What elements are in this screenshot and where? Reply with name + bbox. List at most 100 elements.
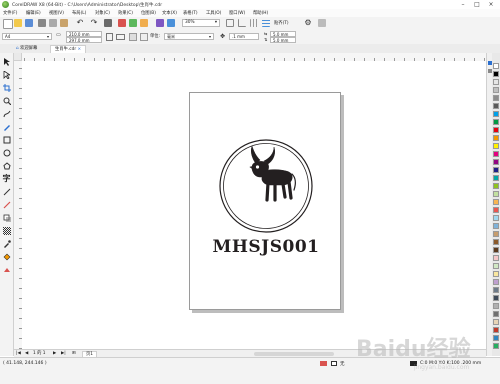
connector-tool-icon[interactable]: [2, 200, 11, 209]
palette-swatch[interactable]: [493, 247, 499, 253]
palette-swatch[interactable]: [493, 231, 499, 237]
palette-swatch[interactable]: [493, 143, 499, 149]
undo-icon[interactable]: ↶: [76, 19, 84, 27]
palette-swatch[interactable]: [493, 199, 499, 205]
ellipse-tool-icon[interactable]: [2, 148, 11, 157]
document-page[interactable]: MHSJS001: [189, 92, 341, 310]
palette-swatch[interactable]: [493, 79, 499, 85]
snap-to-button[interactable]: 贴齐(T): [274, 20, 289, 26]
palette-swatch[interactable]: [493, 71, 499, 77]
zoom-tool-icon[interactable]: [2, 96, 11, 105]
transparency-icon[interactable]: [2, 226, 11, 235]
redo-icon[interactable]: ↷: [90, 19, 98, 27]
palette-swatch[interactable]: [493, 303, 499, 309]
search-content-icon[interactable]: [104, 19, 112, 27]
menu-text[interactable]: 文本(X): [162, 10, 177, 16]
tab-welcome-screen[interactable]: ⌂ 欢迎屏幕: [12, 45, 41, 53]
paste-icon[interactable]: [60, 19, 68, 27]
palette-swatch[interactable]: [493, 87, 499, 93]
palette-swatch[interactable]: [493, 295, 499, 301]
palette-swatch[interactable]: [493, 263, 499, 269]
horizontal-scrollbar-thumb[interactable]: [254, 352, 334, 356]
smart-fill-icon[interactable]: [2, 265, 11, 274]
portrait-icon[interactable]: [106, 33, 113, 41]
paper-size-select[interactable]: A4 ▾: [2, 33, 52, 40]
palette-swatch[interactable]: [493, 271, 499, 277]
parallel-dimension-icon[interactable]: [2, 187, 11, 196]
menu-table[interactable]: 表格(T): [183, 10, 198, 16]
dropdown-icon[interactable]: [318, 19, 326, 27]
palette-swatch[interactable]: [493, 63, 499, 69]
palette-swatch[interactable]: [493, 119, 499, 125]
duplicate-y-field[interactable]: 5.0 mm: [270, 37, 296, 43]
menu-help[interactable]: 帮助(H): [253, 10, 268, 16]
palette-swatch[interactable]: [493, 135, 499, 141]
palette-swatch[interactable]: [493, 335, 499, 341]
palette-swatch[interactable]: [493, 191, 499, 197]
palette-swatch[interactable]: [493, 151, 499, 157]
menu-tools[interactable]: 工具(O): [206, 10, 221, 16]
ox-logo[interactable]: [212, 136, 320, 236]
palette-swatch[interactable]: [493, 159, 499, 165]
welcome-screen-icon[interactable]: [167, 19, 175, 27]
rectangle-tool-icon[interactable]: [2, 135, 11, 144]
maximize-button[interactable]: □: [470, 0, 484, 9]
palette-swatch[interactable]: [493, 183, 499, 189]
palette-swatch[interactable]: [493, 279, 499, 285]
ruler-origin[interactable]: [14, 53, 22, 61]
logo-text[interactable]: MHSJS001: [190, 237, 342, 257]
palette-swatch[interactable]: [493, 223, 499, 229]
drop-shadow-icon[interactable]: [2, 213, 11, 222]
import-icon[interactable]: [118, 19, 126, 27]
all-pages-icon[interactable]: [129, 33, 137, 41]
palette-swatch[interactable]: [493, 207, 499, 213]
palette-swatch[interactable]: [493, 327, 499, 333]
palette-swatch[interactable]: [493, 95, 499, 101]
pick-tool-icon[interactable]: [2, 57, 11, 66]
menu-bitmaps[interactable]: 位图(B): [141, 10, 156, 16]
palette-swatch[interactable]: [493, 103, 499, 109]
full-screen-icon[interactable]: [226, 19, 234, 27]
palette-swatch[interactable]: [493, 239, 499, 245]
cut-icon[interactable]: [38, 19, 46, 27]
nudge-distance-field[interactable]: .1 mm: [229, 33, 259, 40]
palette-swatch[interactable]: [493, 215, 499, 221]
artistic-media-icon[interactable]: [2, 122, 11, 131]
publish-pdf-icon[interactable]: [140, 19, 148, 27]
units-select[interactable]: 毫米 ▾: [164, 33, 214, 40]
save-icon[interactable]: [25, 19, 33, 27]
no-fill-icon[interactable]: [331, 361, 337, 366]
zoom-level-select[interactable]: 30% ▾: [182, 19, 220, 27]
palette-swatch[interactable]: [493, 311, 499, 317]
menu-view[interactable]: 视图(V): [49, 10, 64, 16]
landscape-icon[interactable]: [116, 34, 125, 40]
palette-swatch[interactable]: [493, 319, 499, 325]
fill-color-icon[interactable]: [320, 361, 327, 366]
menu-effects[interactable]: 效果(C): [118, 10, 133, 16]
palette-swatch[interactable]: [493, 111, 499, 117]
export-icon[interactable]: [129, 19, 137, 27]
current-page-icon[interactable]: [140, 33, 148, 41]
minimize-button[interactable]: –: [456, 0, 470, 9]
menu-layout[interactable]: 布局(L): [72, 10, 86, 16]
new-icon[interactable]: [3, 19, 13, 29]
palette-swatch[interactable]: [493, 343, 499, 349]
freehand-tool-icon[interactable]: [2, 109, 11, 118]
open-icon[interactable]: [14, 19, 22, 27]
options-gear-icon[interactable]: ⚙: [304, 19, 312, 27]
page-height-field[interactable]: 297.0 mm: [66, 37, 102, 43]
guidelines-icon[interactable]: [262, 19, 270, 27]
copy-icon[interactable]: [49, 19, 57, 27]
interactive-fill-icon[interactable]: [2, 252, 11, 261]
text-tool-icon[interactable]: 字: [2, 173, 11, 183]
grid-icon[interactable]: [250, 19, 258, 27]
palette-swatch[interactable]: [493, 127, 499, 133]
palette-swatch[interactable]: [493, 175, 499, 181]
menu-file[interactable]: 文件(F): [3, 10, 17, 16]
menu-object[interactable]: 对象(C): [95, 10, 110, 16]
tab-close-icon[interactable]: ×: [78, 47, 82, 52]
palette-swatch[interactable]: [493, 167, 499, 173]
drawing-canvas[interactable]: MHSJS001: [22, 61, 486, 349]
crop-tool-icon[interactable]: [2, 83, 11, 92]
palette-swatch[interactable]: [493, 287, 499, 293]
